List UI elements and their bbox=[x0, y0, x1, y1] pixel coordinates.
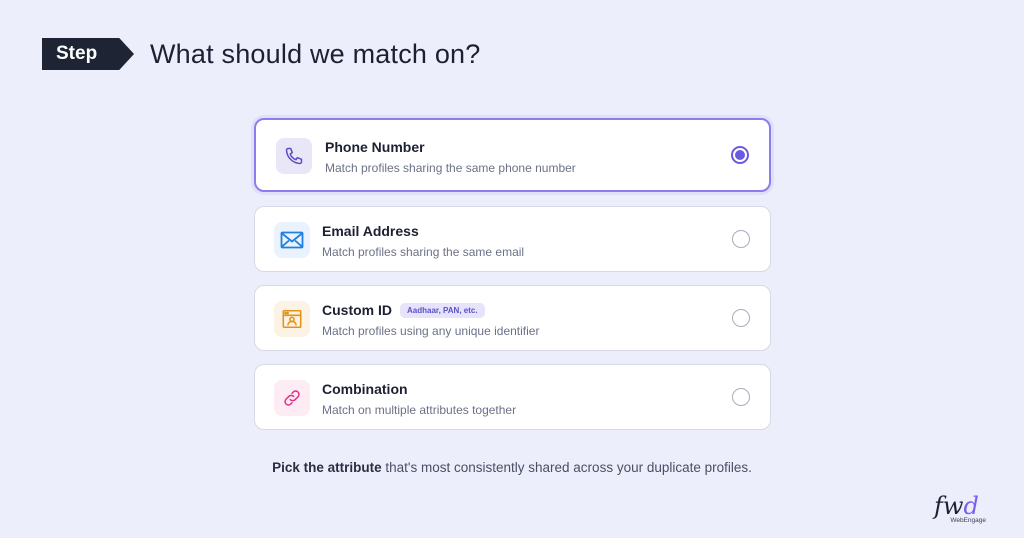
option-title: Combination bbox=[322, 381, 408, 397]
option-custom-id[interactable]: Custom ID Aadhaar, PAN, etc. Match profi… bbox=[254, 285, 771, 351]
header: Step 1 What should we match on? bbox=[42, 38, 480, 70]
option-phone-number[interactable]: Phone Number Match profiles sharing the … bbox=[254, 118, 771, 192]
envelope-icon bbox=[274, 222, 310, 258]
logo-accent-text: d bbox=[963, 492, 979, 520]
hint-text: Pick the attribute that's most consisten… bbox=[0, 460, 1024, 475]
match-options: Phone Number Match profiles sharing the … bbox=[254, 118, 771, 443]
radio-unselected[interactable] bbox=[732, 230, 750, 248]
radio-unselected[interactable] bbox=[732, 309, 750, 327]
logo-wordmark: fwd bbox=[934, 494, 994, 518]
option-title: Custom ID Aadhaar, PAN, etc. bbox=[322, 302, 485, 318]
link-icon bbox=[274, 380, 310, 416]
option-description: Match profiles using any unique identifi… bbox=[322, 324, 540, 338]
option-title: Phone Number bbox=[325, 139, 425, 155]
hint-emphasis: Pick the attribute bbox=[272, 460, 382, 475]
radio-unselected[interactable] bbox=[732, 388, 750, 406]
option-description: Match profiles sharing the same phone nu… bbox=[325, 161, 576, 175]
brand-logo: fwd WebEngage bbox=[934, 494, 994, 524]
examples-badge: Aadhaar, PAN, etc. bbox=[400, 302, 485, 318]
step-tag: Step 1 bbox=[42, 38, 134, 70]
radio-selected[interactable] bbox=[731, 146, 749, 164]
logo-main-text: fw bbox=[934, 492, 964, 520]
phone-icon bbox=[276, 138, 312, 174]
hint-rest: that's most consistently shared across y… bbox=[381, 460, 752, 475]
option-email-address[interactable]: Email Address Match profiles sharing the… bbox=[254, 206, 771, 272]
id-card-icon bbox=[274, 301, 310, 337]
option-combination[interactable]: Combination Match on multiple attributes… bbox=[254, 364, 771, 430]
option-description: Match profiles sharing the same email bbox=[322, 245, 525, 259]
radio-dot bbox=[735, 150, 745, 160]
option-title-text: Custom ID bbox=[322, 302, 392, 318]
page-title: What should we match on? bbox=[150, 38, 481, 69]
option-title: Email Address bbox=[322, 223, 419, 239]
option-description: Match on multiple attributes together bbox=[322, 403, 517, 417]
